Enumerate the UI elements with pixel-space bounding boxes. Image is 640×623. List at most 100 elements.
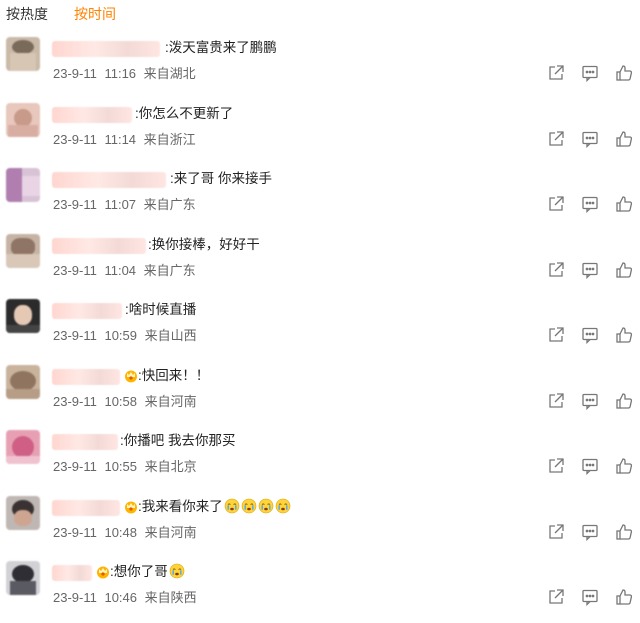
comment-meta: 23-9-11 10:55 来自北京: [53, 456, 197, 475]
comment-actions: [546, 325, 634, 345]
comment-actions: [546, 260, 634, 280]
fan-badge-icon: [125, 370, 137, 382]
crying-emoji-icon: [275, 498, 291, 513]
comment-text-value: :想你了哥: [110, 564, 168, 579]
avatar[interactable]: [6, 168, 40, 202]
comment-text-value: :我来看你来了: [138, 498, 223, 514]
comment-text: :啥时候直播: [125, 302, 197, 317]
comment-meta: 23-9-11 11:07 来自广东: [53, 194, 196, 213]
comment-time: 11:04: [104, 262, 137, 278]
fan-badge-icon: [125, 501, 137, 513]
share-icon[interactable]: [546, 391, 566, 411]
comment-meta: 23-9-11 11:04 来自广东: [53, 260, 196, 279]
crying-emoji-icon: [224, 498, 240, 513]
comment-actions: [546, 456, 634, 476]
avatar[interactable]: [6, 299, 40, 333]
comment-date: 23-9-11: [53, 262, 97, 278]
comment-icon[interactable]: [580, 587, 600, 607]
comment-text: :想你了哥: [96, 562, 185, 582]
comment-time: 10:59: [104, 328, 138, 343]
thumb-up-icon[interactable]: [614, 260, 634, 280]
share-icon[interactable]: [546, 260, 566, 280]
comment-text-value: :快回来！！: [138, 367, 210, 383]
fan-badge-icon: [97, 566, 109, 579]
thumb-up-icon[interactable]: [614, 63, 634, 83]
comment-icon[interactable]: [580, 522, 600, 542]
comment-item: :换你接棒，好好干 23-9-11 11:04 来自广东: [0, 230, 640, 296]
thumb-up-icon[interactable]: [614, 325, 634, 345]
comment-meta: 23-9-11 10:59 来自山西: [53, 325, 197, 344]
comment-item: :来了哥 你来接手 23-9-11 11:07 来自广东: [0, 164, 640, 230]
comment-time: 10:58: [104, 393, 138, 409]
comment-icon[interactable]: [580, 391, 600, 411]
username-blurred[interactable]: [52, 237, 146, 254]
comment-icon[interactable]: [580, 456, 600, 476]
comment-meta: 23-9-11 11:16 来自湖北: [53, 63, 196, 82]
username-blurred[interactable]: [52, 368, 120, 385]
share-icon[interactable]: [546, 456, 566, 476]
share-icon[interactable]: [546, 63, 566, 83]
comment-date: 23-9-11: [53, 131, 97, 147]
comment-icon[interactable]: [580, 63, 600, 83]
comment-date: 23-9-11: [53, 524, 97, 540]
comment-location: 来自浙江: [143, 131, 196, 147]
comment-actions: [546, 522, 634, 542]
comment-icon[interactable]: [580, 260, 600, 280]
comment-time: 11:14: [104, 131, 137, 147]
avatar[interactable]: [6, 561, 40, 595]
comment-icon[interactable]: [580, 325, 600, 345]
comment-location: 来自山西: [144, 328, 197, 343]
share-icon[interactable]: [546, 325, 566, 345]
share-icon[interactable]: [546, 194, 566, 214]
username-blurred[interactable]: [52, 41, 160, 57]
username-blurred[interactable]: [52, 172, 166, 188]
avatar[interactable]: [6, 495, 40, 530]
comment-text: :来了哥 你来接手: [170, 171, 273, 186]
thumb-up-icon[interactable]: [614, 194, 634, 214]
comment-date: 23-9-11: [53, 66, 97, 81]
thumb-up-icon[interactable]: [614, 522, 634, 542]
comment-text: :我来看你来了: [124, 497, 291, 517]
comment-text: :快回来！！: [124, 366, 209, 386]
crying-emoji-icon: [258, 498, 274, 513]
share-icon[interactable]: [546, 129, 566, 149]
comment-item: :快回来！！ 23-9-11 10:58 来自河南: [0, 361, 640, 427]
comment-icon[interactable]: [580, 194, 600, 214]
comment-text: :换你接棒，好好干: [148, 236, 260, 252]
comment-date: 23-9-11: [53, 590, 97, 605]
tab-by-hot[interactable]: 按热度: [6, 3, 48, 25]
username-blurred[interactable]: [52, 303, 122, 319]
comment-actions: [546, 391, 634, 411]
comment-icon[interactable]: [580, 129, 600, 149]
comment-item: :我来看你来了 23-9-11 10:48 来自河南: [0, 492, 640, 558]
comment-location: 来自湖北: [143, 66, 196, 81]
comment-meta: 23-9-11 10:48 来自河南: [53, 522, 197, 541]
comment-item: :泼天富贵来了鹏鹏 23-9-11 11:16 来自湖北: [0, 33, 640, 99]
username-blurred[interactable]: [52, 434, 118, 450]
avatar[interactable]: [6, 37, 40, 71]
comment-item: :想你了哥 23-9-11 10:46 来自陕西: [0, 557, 640, 623]
comment-text: :你播吧 我去你那买: [120, 433, 236, 448]
tab-by-time[interactable]: 按时间: [74, 3, 116, 25]
thumb-up-icon[interactable]: [614, 129, 634, 149]
comment-time: 10:55: [104, 459, 138, 474]
thumb-up-icon[interactable]: [614, 587, 634, 607]
username-blurred[interactable]: [52, 565, 92, 581]
username-blurred[interactable]: [52, 106, 132, 123]
comment-actions: [546, 194, 634, 214]
comment-item: :你播吧 我去你那买 23-9-11 10:55 来自北京: [0, 426, 640, 492]
avatar[interactable]: [6, 102, 40, 137]
thumb-up-icon[interactable]: [614, 456, 634, 476]
thumb-up-icon[interactable]: [614, 391, 634, 411]
avatar[interactable]: [6, 233, 40, 268]
comment-time: 11:16: [104, 66, 137, 81]
comment-time: 10:48: [104, 524, 138, 540]
share-icon[interactable]: [546, 587, 566, 607]
avatar[interactable]: [6, 364, 40, 399]
username-blurred[interactable]: [52, 499, 120, 516]
comment-location: 来自陕西: [144, 590, 197, 605]
share-icon[interactable]: [546, 522, 566, 542]
comment-location: 来自河南: [144, 393, 197, 409]
avatar[interactable]: [6, 430, 40, 464]
comment-meta: 23-9-11 11:14 来自浙江: [53, 129, 196, 148]
